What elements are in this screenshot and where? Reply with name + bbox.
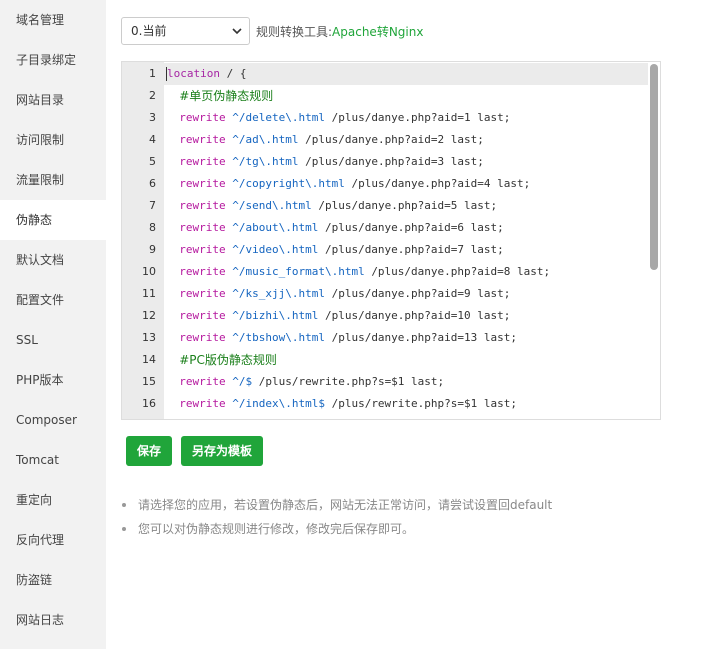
sidebar-item-rewrite[interactable]: 伪静态	[0, 200, 106, 240]
line-number: 3	[149, 111, 156, 124]
code-line-text: rewrite ^/music_format\.html /plus/danye…	[179, 265, 551, 278]
save-button[interactable]: 保存	[126, 436, 173, 466]
code-line[interactable]: 14 #PC版伪静态规则	[122, 349, 648, 371]
line-number: 4	[149, 133, 156, 146]
code-line[interactable]: 6 rewrite ^/copyright\.html /plus/danye.…	[122, 173, 648, 195]
code-line-text: rewrite ^/tg\.html /plus/danye.php?aid=3…	[179, 155, 484, 168]
sidebar-item-site-logs[interactable]: 网站日志	[0, 600, 106, 640]
sidebar-item-config-file[interactable]: 配置文件	[0, 280, 106, 320]
sidebar-item-default-document[interactable]: 默认文档	[0, 240, 106, 280]
line-number: 13	[142, 331, 156, 344]
sidebar-item-composer[interactable]: Composer	[0, 400, 106, 440]
sidebar-item-access-limit[interactable]: 访问限制	[0, 120, 106, 160]
sidebar-item-hotlink-protection[interactable]: 防盗链	[0, 560, 106, 600]
sidebar-item-php-version[interactable]: PHP版本	[0, 360, 106, 400]
line-number: 5	[149, 155, 156, 168]
code-line-text: rewrite ^/bizhi\.html /plus/danye.php?ai…	[179, 309, 511, 322]
code-line[interactable]: 5 rewrite ^/tg\.html /plus/danye.php?aid…	[122, 151, 648, 173]
code-line[interactable]: 13 rewrite ^/tbshow\.html /plus/danye.ph…	[122, 327, 648, 349]
code-line-text: rewrite ^/video\.html /plus/danye.php?ai…	[179, 243, 504, 256]
help-tips: 请选择您的应用，若设置伪静态后，网站无法正常访问，请尝试设置回default 您…	[121, 493, 552, 541]
sidebar-item-subdir-binding[interactable]: 子目录绑定	[0, 40, 106, 80]
code-line-text: rewrite ^/copyright\.html /plus/danye.ph…	[179, 177, 531, 190]
editor-scrollbar-track[interactable]	[648, 62, 660, 419]
code-line-text: rewrite ^/delete\.html /plus/danye.php?a…	[179, 111, 511, 124]
sidebar-item-ssl[interactable]: SSL	[0, 320, 106, 360]
code-line[interactable]: 2 #单页伪静态规则	[122, 85, 648, 107]
line-number: 11	[142, 287, 156, 300]
code-line[interactable]: 15 rewrite ^/$ /plus/rewrite.php?s=$1 la…	[122, 371, 648, 393]
code-line[interactable]: 3 rewrite ^/delete\.html /plus/danye.php…	[122, 107, 648, 129]
sidebar-item-reverse-proxy[interactable]: 反向代理	[0, 520, 106, 560]
code-line-text: rewrite ^/$ /plus/rewrite.php?s=$1 last;	[179, 375, 445, 388]
sidebar-item-redirect[interactable]: 重定向	[0, 480, 106, 520]
tip-item: 请选择您的应用，若设置伪静态后，网站无法正常访问，请尝试设置回default	[121, 493, 552, 517]
rewrite-toolbar: 0.当前 规则转换工具: Apache转Nginx	[121, 16, 423, 46]
line-number: 6	[149, 177, 156, 190]
code-line[interactable]: 4 rewrite ^/ad\.html /plus/danye.php?aid…	[122, 129, 648, 151]
rewrite-template-select[interactable]: 0.当前	[121, 17, 250, 45]
line-number: 15	[142, 375, 156, 388]
save-as-template-button[interactable]: 另存为模板	[181, 436, 264, 466]
rewrite-template-select-value: 0.当前	[131, 24, 167, 38]
line-number: 7	[149, 199, 156, 212]
line-number: 10	[142, 265, 156, 278]
code-line[interactable]: 11 rewrite ^/ks_xjj\.html /plus/danye.ph…	[122, 283, 648, 305]
code-line-text: rewrite ^/ad\.html /plus/danye.php?aid=2…	[179, 133, 484, 146]
code-line-text: rewrite ^/tbshow\.html /plus/danye.php?a…	[179, 331, 518, 344]
code-line[interactable]: 9 rewrite ^/video\.html /plus/danye.php?…	[122, 239, 648, 261]
line-number: 12	[142, 309, 156, 322]
chevron-down-icon	[232, 28, 242, 35]
code-line-text: #单页伪静态规则	[179, 89, 274, 103]
line-number: 16	[142, 397, 156, 410]
rewrite-code-editor[interactable]: 1 location / {2 #单页伪静态规则 3 rewrite ^/delet…	[121, 61, 661, 420]
line-number: 8	[149, 221, 156, 234]
apache-to-nginx-link[interactable]: Apache转Nginx	[332, 23, 423, 40]
sidebar-item-domain[interactable]: 域名管理	[0, 0, 106, 40]
editor-scrollbar-thumb[interactable]	[650, 64, 658, 270]
action-buttons: 保存 另存为模板	[126, 436, 272, 466]
sidebar: 域名管理 子目录绑定 网站目录 访问限制 流量限制 伪静态 默认文档 配置文件 …	[0, 0, 106, 649]
editor-code-area[interactable]: 1 location / {2 #单页伪静态规则 3 rewrite ^/delet…	[122, 63, 648, 415]
line-number: 1	[149, 67, 156, 80]
code-line-text: rewrite ^/ks_xjj\.html /plus/danye.php?a…	[179, 287, 511, 300]
line-number: 14	[142, 353, 156, 366]
convert-tool-label: 规则转换工具:	[256, 24, 333, 39]
line-number: 9	[149, 243, 156, 256]
line-number: 2	[149, 89, 156, 102]
site-settings-page: 域名管理 子目录绑定 网站目录 访问限制 流量限制 伪静态 默认文档 配置文件 …	[0, 0, 727, 649]
sidebar-item-traffic-limit[interactable]: 流量限制	[0, 160, 106, 200]
code-line[interactable]: 10 rewrite ^/music_format\.html /plus/da…	[122, 261, 648, 283]
tip-item: 您可以对伪静态规则进行修改，修改完后保存即可。	[121, 517, 552, 541]
code-line-text: rewrite ^/send\.html /plus/danye.php?aid…	[179, 199, 498, 212]
code-line-text: location / {	[166, 67, 247, 81]
code-line[interactable]: 7 rewrite ^/send\.html /plus/danye.php?a…	[122, 195, 648, 217]
sidebar-item-tomcat[interactable]: Tomcat	[0, 440, 106, 480]
sidebar-item-site-directory[interactable]: 网站目录	[0, 80, 106, 120]
code-line-text: rewrite ^/index\.html$ /plus/rewrite.php…	[179, 397, 518, 410]
code-line-text: #PC版伪静态规则	[179, 353, 277, 367]
code-line[interactable]: 16 rewrite ^/index\.html$ /plus/rewrite.…	[122, 393, 648, 415]
code-line[interactable]: 1 location / {	[122, 63, 648, 85]
code-line-text: rewrite ^/about\.html /plus/danye.php?ai…	[179, 221, 504, 234]
code-line[interactable]: 8 rewrite ^/about\.html /plus/danye.php?…	[122, 217, 648, 239]
code-line[interactable]: 12 rewrite ^/bizhi\.html /plus/danye.php…	[122, 305, 648, 327]
